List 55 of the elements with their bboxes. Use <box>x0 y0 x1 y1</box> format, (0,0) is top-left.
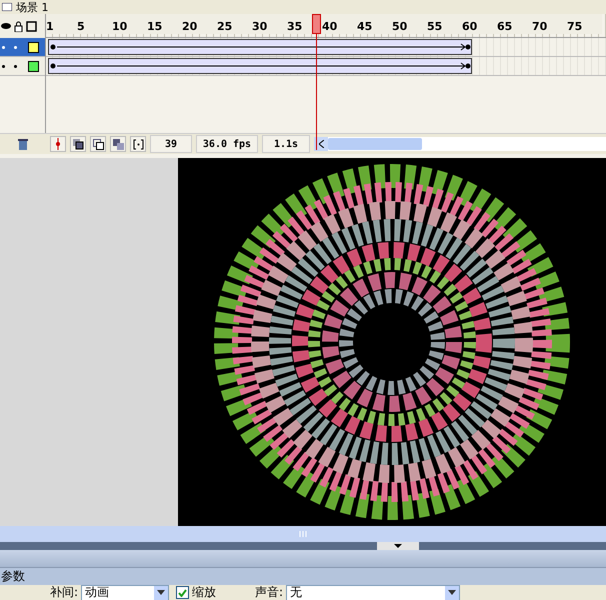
scale-checkbox[interactable] <box>176 586 190 599</box>
lock-icon[interactable] <box>14 20 23 32</box>
layer-row[interactable] <box>0 57 45 76</box>
dropdown-caret-icon <box>445 586 460 600</box>
motion-tween-span[interactable] <box>48 58 472 74</box>
frame-number: 10 <box>112 14 147 34</box>
frame-number: 15 <box>147 14 182 34</box>
frame-number: 75 <box>567 14 602 34</box>
onion-outline-button[interactable] <box>90 136 106 152</box>
grip-icon <box>299 531 307 537</box>
frame-number: 55 <box>427 14 462 34</box>
frame-number: 50 <box>392 14 427 34</box>
current-frame: 39 <box>150 135 192 153</box>
onion-skin-button[interactable] <box>70 136 86 152</box>
down-triangle-icon <box>394 544 402 548</box>
edit-multiple-frames-button[interactable] <box>110 136 126 152</box>
trash-icon[interactable] <box>18 138 28 150</box>
frame-number: 5 <box>77 14 112 34</box>
motion-tween-span[interactable] <box>48 39 472 55</box>
dropdown-caret-icon <box>154 586 168 600</box>
frame-number: 20 <box>182 14 217 34</box>
horizontal-scrollbar[interactable] <box>314 137 606 151</box>
elapsed-time: 1.1s <box>262 135 310 153</box>
visible-dot-icon <box>2 46 5 48</box>
tween-label: 补间: <box>50 585 78 600</box>
sound-label: 声音: <box>255 585 284 600</box>
playhead-marker-icon <box>55 138 61 150</box>
scene-icon <box>2 3 12 11</box>
panel-title: 参数 <box>1 568 25 585</box>
tween-select[interactable]: 动画 <box>81 585 170 600</box>
outline-icon[interactable] <box>26 20 37 32</box>
scrollbar-thumb[interactable] <box>328 138 422 150</box>
lock-dot-icon <box>14 46 17 48</box>
frame-number: 45 <box>357 14 392 34</box>
onion-markers-button[interactable] <box>130 136 146 152</box>
frame-number: 30 <box>252 14 287 34</box>
scene-title: 场景 1 <box>16 0 48 14</box>
lock-dot-icon <box>14 64 17 68</box>
frame-number: 60 <box>462 14 497 34</box>
center-frame-button[interactable] <box>50 136 66 152</box>
sound-select[interactable]: 无 <box>286 585 460 600</box>
frame-number: 25 <box>217 14 252 34</box>
eye-icon[interactable] <box>1 22 11 30</box>
frame-number: 40 <box>322 14 357 34</box>
scale-label: 缩放 <box>192 585 216 600</box>
collapse-button[interactable] <box>377 542 419 550</box>
layer-row[interactable] <box>0 38 45 57</box>
layer-outline-swatch[interactable] <box>28 60 39 72</box>
frame-number: 70 <box>532 14 567 34</box>
scroll-left-button[interactable] <box>314 137 328 151</box>
frame-number: 65 <box>497 14 532 34</box>
visible-dot-icon <box>2 64 5 68</box>
layer-outline-swatch[interactable] <box>28 42 39 52</box>
frame-rate: 36.0 fps <box>196 135 258 153</box>
frame-number: 1 <box>46 14 77 34</box>
